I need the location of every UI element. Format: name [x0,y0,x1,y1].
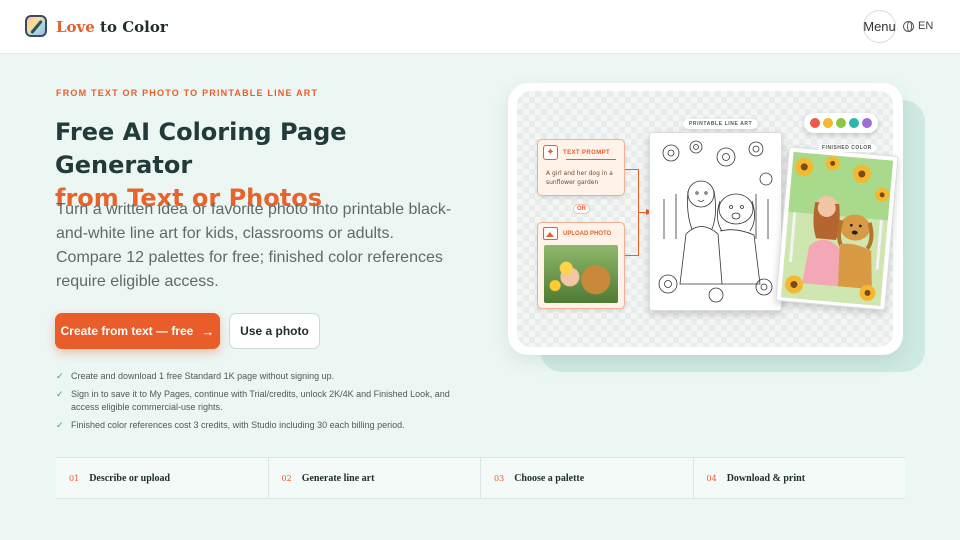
step-label: Describe or upload [89,472,171,484]
palette-swatch[interactable] [823,118,833,128]
divider [566,159,616,160]
step-number: 04 [706,473,717,483]
benefit-text: Finished color references cost 3 credits… [71,419,405,430]
logo-icon[interactable] [25,15,47,37]
palette-swatch[interactable] [836,118,846,128]
step-number: 03 [494,473,505,483]
palette-swatch[interactable] [862,118,872,128]
benefit-text: Sign in to save it to My Pages, continue… [71,388,450,413]
step-item: 01 Describe or upload [56,458,269,498]
check-icon: ✓ [56,371,64,381]
flow-connector [625,169,638,170]
step-item: 04 Download & print [694,458,906,498]
menu-button[interactable]: Menu [863,10,896,43]
palette-swatch[interactable] [849,118,859,128]
step-number: 02 [281,473,292,483]
finished-color-preview [775,146,899,311]
sparkle-icon: ✦ [543,145,558,160]
text-prompt-example: A girl and her dog in a sunflower garden [546,170,613,186]
or-badge: OR [573,204,590,214]
steps-bar: 01 Describe or upload 02 Generate line a… [56,457,905,499]
text-prompt-title: TEXT PROMPT [563,149,611,156]
brand-love: Love [56,18,95,36]
flow-connector [625,255,638,256]
step-item: 02 Generate line art [269,458,481,498]
palette-picker[interactable] [804,113,878,133]
benefit-item: ✓ Create and download 1 free Standard 1K … [56,370,456,384]
brand-logo[interactable]: Love to Color [56,18,168,36]
benefit-text: Create and download 1 free Standard 1K p… [71,371,335,381]
benefit-item: ✓ Finished color references cost 3 credit… [56,419,456,433]
step-item: 03 Choose a palette [481,458,694,498]
create-from-text-button[interactable]: Create from text — free → [55,313,220,349]
hero-description: Turn a written idea or favorite photo in… [56,201,452,290]
create-from-text-label: Create from text — free [60,324,194,338]
use-photo-button[interactable]: Use a photo [229,313,320,349]
sample-photo [544,245,618,303]
step-label: Generate line art [301,472,375,484]
line-art-label: PRINTABLE LINE ART [683,119,759,129]
check-icon: ✓ [56,419,64,430]
line-art-preview [649,132,782,311]
finished-color-drawing [780,151,894,307]
finished-color-label: FINISHED COLOR [818,144,876,152]
hero-eyebrow: FROM TEXT OR PHOTO TO PRINTABLE LINE ART [56,88,319,98]
step-label: Download & print [726,472,806,484]
line-art-drawing [656,139,776,305]
check-icon: ✓ [56,388,64,399]
language-label: EN [918,20,934,32]
arrow-right-icon: → [201,323,215,339]
step-label: Choose a palette [514,472,585,484]
language-switcher[interactable]: EN [903,20,933,32]
brand-rest: to Color [94,18,168,36]
globe-icon [903,20,914,32]
hero-illustration: ✦ TEXT PROMPT A girl and her dog in a su… [508,83,903,355]
step-number: 01 [69,473,80,483]
upload-photo-title: UPLOAD PHOTO [563,230,612,237]
title-line-1: Free AI Coloring Page Generator [55,118,347,179]
benefit-list: ✓ Create and download 1 free Standard 1K … [56,370,456,436]
benefit-item: ✓ Sign in to save it to My Pages, continu… [56,388,456,415]
image-icon [543,227,558,240]
illustration-canvas: ✦ TEXT PROMPT A girl and her dog in a su… [517,91,899,347]
text-prompt-card: ✦ TEXT PROMPT A girl and her dog in a su… [537,139,625,196]
upload-photo-card: UPLOAD PHOTO [537,222,625,309]
site-header: Love to Color Menu EN [0,0,960,54]
palette-swatch[interactable] [810,118,820,128]
